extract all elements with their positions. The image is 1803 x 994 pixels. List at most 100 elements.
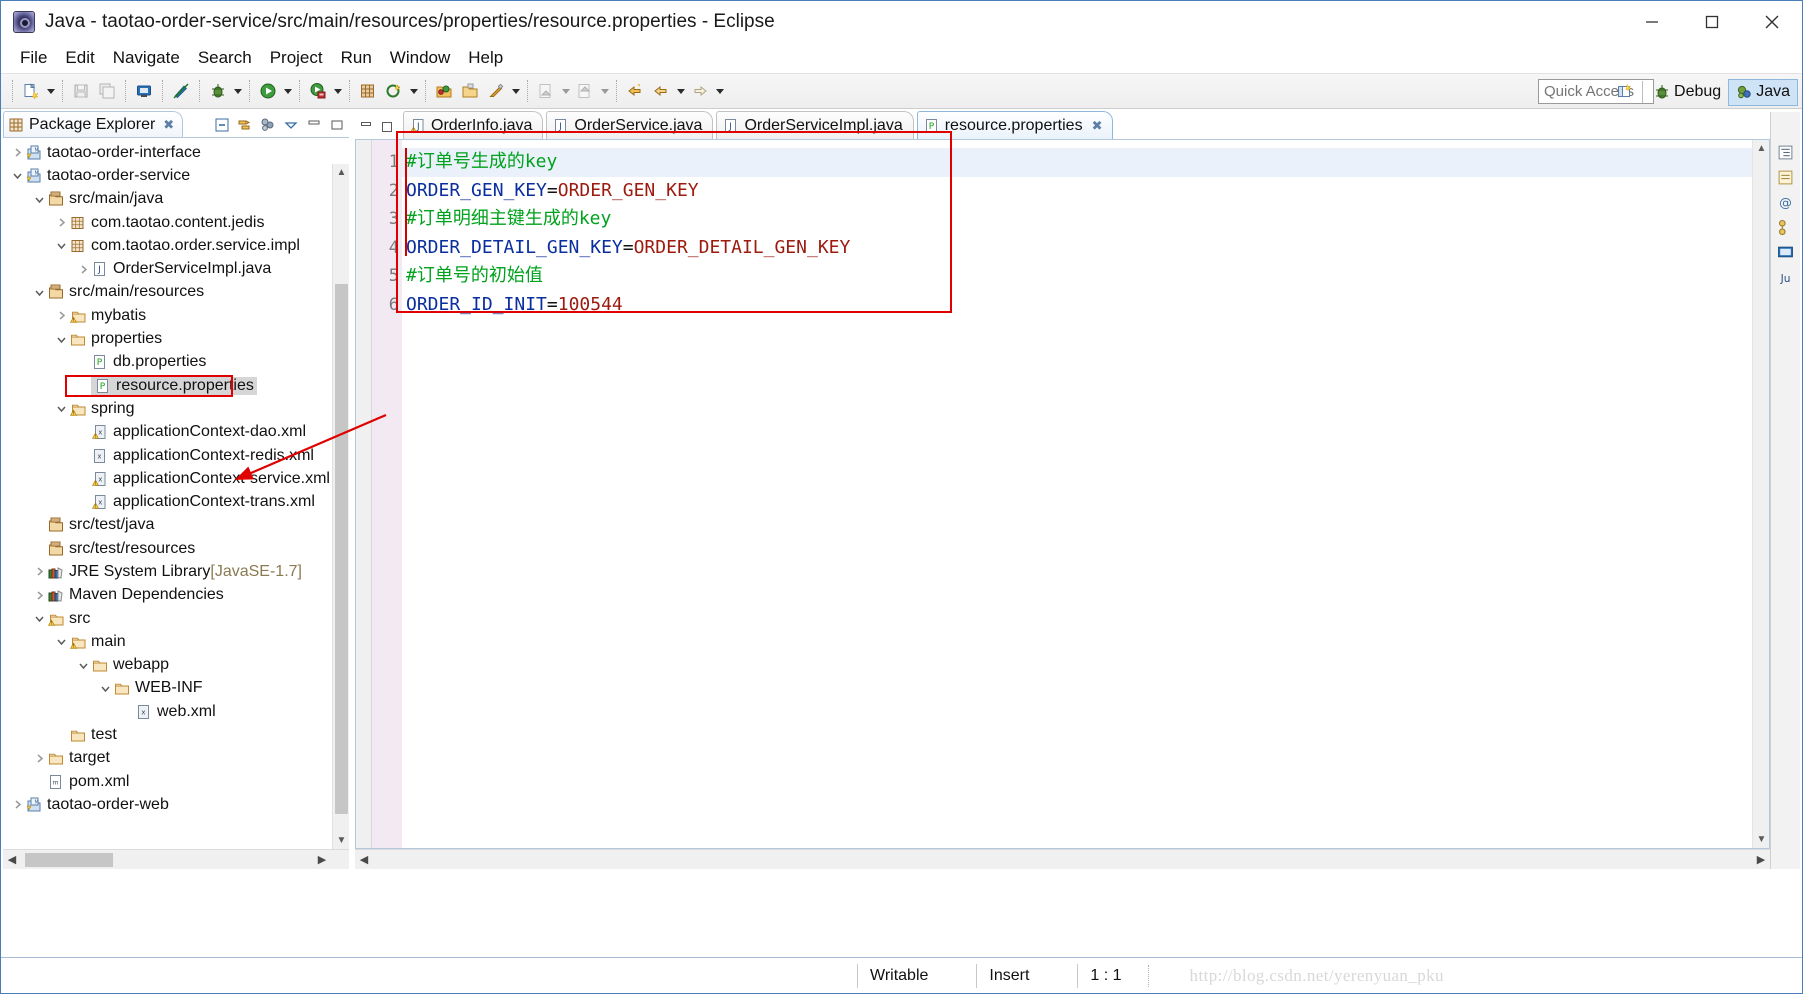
open-type-icon[interactable]	[431, 78, 457, 104]
task-list-icon[interactable]	[1776, 167, 1796, 187]
minimize-view-icon[interactable]	[304, 115, 324, 135]
menu-file[interactable]: File	[11, 46, 56, 70]
forward-icon[interactable]	[687, 78, 713, 104]
back-icon[interactable]	[648, 78, 674, 104]
tree-item-applicationcontext-service-xml[interactable]: x! applicationContext-service.xml	[3, 467, 349, 490]
tree-item-spring[interactable]: ! spring	[3, 397, 349, 420]
tree-item-jre-system-library[interactable]: JRE System Library [JavaSE-1.7]	[3, 560, 349, 583]
editor-scroll-up-arrow[interactable]: ▲	[1753, 140, 1769, 157]
collapse-all-icon[interactable]	[212, 115, 232, 135]
code-line[interactable]: #订单号生成的key	[402, 148, 1752, 177]
tree-item-resource-properties[interactable]: Presource.properties	[3, 374, 349, 397]
print-icon[interactable]	[131, 78, 157, 104]
tree-item-applicationcontext-trans-xml[interactable]: x! applicationContext-trans.xml	[3, 490, 349, 513]
menu-project[interactable]: Project	[261, 46, 332, 70]
project-tree[interactable]: Mtaotao-order-interface Mtaotao-order-ser…	[3, 138, 349, 849]
code-editor-pane[interactable]: #订单号生成的key ORDER_GEN_KEY=ORDER_GEN_KEY #订单…	[402, 140, 1752, 848]
scroll-up-arrow[interactable]: ▲	[333, 164, 349, 181]
hscrollbar-thumb[interactable]	[25, 853, 113, 867]
chevron-right-icon[interactable]	[31, 750, 47, 766]
debug-dropdown-arrow[interactable]	[231, 78, 244, 104]
close-button[interactable]	[1742, 1, 1802, 43]
run-external-tools-icon[interactable]	[305, 78, 331, 104]
tree-item-db-properties[interactable]: Pdb.properties	[3, 351, 349, 374]
perspective-java[interactable]: Java	[1728, 78, 1798, 106]
tree-item-com-taotao-order-service-impl[interactable]: com.taotao.order.service.impl	[3, 234, 349, 257]
tree-item-applicationcontext-redis-xml[interactable]: x applicationContext-redis.xml	[3, 444, 349, 467]
junit-view-icon[interactable]: Ju	[1776, 267, 1796, 287]
tree-item-main[interactable]: ! main	[3, 630, 349, 653]
tree-item-src-main-resources[interactable]: src/main/resources	[3, 281, 349, 304]
menu-navigate[interactable]: Navigate	[104, 46, 189, 70]
tree-item-src[interactable]: ! src	[3, 607, 349, 630]
menu-search[interactable]: Search	[189, 46, 261, 70]
tree-item-web-xml[interactable]: x web.xml	[3, 700, 349, 723]
tree-item-orderserviceimpl-java[interactable]: J OrderServiceImpl.java	[3, 257, 349, 280]
chevron-down-icon[interactable]	[53, 401, 69, 417]
editor-vertical-scrollbar[interactable]: ▲ ▼	[1752, 140, 1769, 848]
next-annotation-dropdown-arrow[interactable]	[559, 78, 572, 104]
code-line[interactable]: ORDER_DETAIL_GEN_KEY=ORDER_DETAIL_GEN_KE…	[402, 234, 1752, 263]
tree-item-test[interactable]: test	[3, 723, 349, 746]
at-sign-icon[interactable]: @	[1776, 192, 1796, 212]
chevron-down-icon[interactable]	[31, 611, 47, 627]
tree-item-target[interactable]: target	[3, 747, 349, 770]
menu-run[interactable]: Run	[332, 46, 381, 70]
tree-item-com-taotao-content-jedis[interactable]: com.taotao.content.jedis	[3, 211, 349, 234]
chevron-right-icon[interactable]	[31, 587, 47, 603]
chevron-down-icon[interactable]	[9, 168, 25, 184]
editor-tab-orderserviceimpl-java[interactable]: J OrderServiceImpl.java	[716, 111, 914, 139]
previous-annotation-dropdown-arrow[interactable]	[598, 78, 611, 104]
maximize-view-icon[interactable]	[327, 115, 347, 135]
open-task-icon[interactable]	[457, 78, 483, 104]
tree-item-web-inf[interactable]: WEB-INF	[3, 677, 349, 700]
editor-tab-resource-properties[interactable]: Presource.properties ✖	[916, 111, 1114, 139]
tree-item-properties[interactable]: properties	[3, 327, 349, 350]
minimize-editor-icon[interactable]	[359, 121, 374, 136]
tree-item-pom-xml[interactable]: m pom.xml	[3, 770, 349, 793]
explorer-vertical-scrollbar[interactable]: ▲ ▼	[332, 164, 349, 849]
chevron-right-icon[interactable]	[9, 797, 25, 813]
scrollbar-thumb[interactable]	[335, 284, 348, 814]
chevron-down-icon[interactable]	[97, 680, 113, 696]
tree-item-mybatis[interactable]: ! mybatis	[3, 304, 349, 327]
chevron-down-icon[interactable]	[53, 238, 69, 254]
chevron-down-icon[interactable]	[75, 657, 91, 673]
tree-item-maven-dependencies[interactable]: Maven Dependencies	[3, 584, 349, 607]
link-with-editor-icon[interactable]	[235, 115, 255, 135]
code-line[interactable]: ORDER_GEN_KEY=ORDER_GEN_KEY	[402, 177, 1752, 206]
menu-help[interactable]: Help	[459, 46, 512, 70]
tree-item-src-main-java[interactable]: src/main/java	[3, 188, 349, 211]
scroll-down-arrow[interactable]: ▼	[333, 832, 349, 849]
run-dropdown-arrow[interactable]	[281, 78, 294, 104]
last-edit-location-icon[interactable]	[622, 78, 648, 104]
editor-scroll-down-arrow[interactable]: ▼	[1753, 831, 1769, 848]
menu-edit[interactable]: Edit	[56, 46, 103, 70]
tree-item-taotao-order-web[interactable]: Mtaotao-order-web	[3, 793, 349, 816]
new-wizard-icon[interactable]	[18, 78, 44, 104]
editor-horizontal-scrollbar[interactable]: ◀ ▶	[355, 849, 1770, 869]
tree-item-taotao-order-service[interactable]: Mtaotao-order-service	[3, 164, 349, 187]
explorer-horizontal-scrollbar[interactable]: ◀ ▶	[3, 849, 349, 869]
editor-marker-gutter[interactable]	[356, 140, 372, 848]
search-icon[interactable]	[483, 78, 509, 104]
toggle-annotation-icon[interactable]	[168, 78, 194, 104]
tree-item-src-test-java[interactable]: src/test/java	[3, 514, 349, 537]
chevron-down-icon[interactable]	[31, 191, 47, 207]
minimize-button[interactable]	[1622, 1, 1682, 43]
view-menu-filters-icon[interactable]	[258, 115, 278, 135]
tree-item-src-test-resources[interactable]: src/test/resources	[3, 537, 349, 560]
new-package-dropdown-arrow[interactable]	[407, 78, 420, 104]
tab-package-explorer[interactable]: Package Explorer ✖	[3, 111, 184, 137]
chevron-right-icon[interactable]	[9, 145, 25, 161]
editor-tab-orderservice-java[interactable]: J OrderService.java	[546, 111, 714, 139]
chevron-right-icon[interactable]	[53, 215, 69, 231]
run-icon[interactable]	[255, 78, 281, 104]
editor-tab-orderinfo-java[interactable]: J! OrderInfo.java	[403, 111, 544, 139]
new-java-project-icon[interactable]	[355, 78, 381, 104]
chevron-down-icon[interactable]	[53, 634, 69, 650]
chevron-right-icon[interactable]	[31, 564, 47, 580]
code-line[interactable]: #订单明细主键生成的key	[402, 205, 1752, 234]
scroll-left-arrow[interactable]: ◀	[3, 850, 21, 869]
tree-item-webapp[interactable]: webapp	[3, 654, 349, 677]
